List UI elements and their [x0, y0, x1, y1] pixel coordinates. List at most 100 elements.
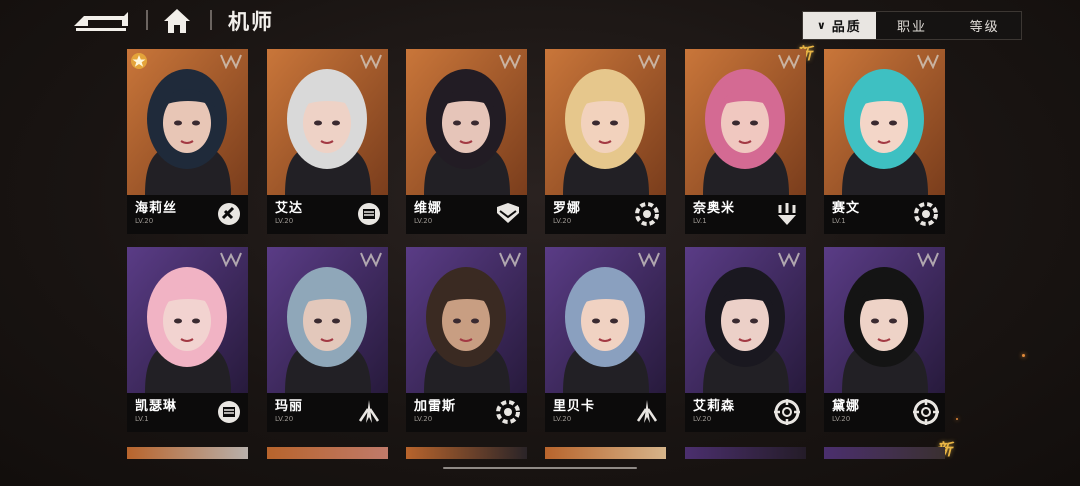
- pilot-info: 维娜 LV.20: [406, 195, 527, 234]
- chevron-down-icon: ∨: [816, 19, 828, 32]
- pilot-card[interactable]: 玛丽 LV.20: [267, 247, 388, 432]
- tab-label: 职业: [897, 20, 928, 35]
- pilot-name: 艾莉森: [693, 399, 736, 414]
- target-role-icon: [774, 399, 800, 425]
- pilot-card-partial[interactable]: [824, 447, 945, 459]
- fist-role-icon: [218, 401, 240, 423]
- top-bar: 机师 ∨ 品质 职业 等级: [0, 0, 1080, 44]
- pilot-info: 艾莉森 LV.20: [685, 393, 806, 432]
- pilot-portrait: [127, 49, 248, 195]
- pilot-card[interactable]: 黛娜 LV.20: [824, 247, 945, 432]
- pilot-card[interactable]: 赛文 LV.1: [824, 49, 945, 234]
- drone-role-icon: [778, 203, 796, 225]
- pilot-level: LV.20: [414, 217, 433, 225]
- back-arrow-icon: [74, 12, 128, 31]
- wrench-role-icon: [635, 202, 659, 226]
- pilot-card[interactable]: 艾莉森 LV.20: [685, 247, 806, 432]
- pilot-portrait: [545, 247, 666, 393]
- pilot-name: 凯瑟琳: [135, 399, 178, 414]
- pilot-name: 维娜: [414, 201, 443, 216]
- pilot-card[interactable]: 奈奥米 LV.1: [685, 49, 806, 234]
- blade-role-icon: [358, 400, 380, 423]
- pilot-portrait: [685, 49, 806, 195]
- pilot-info: 奈奥米 LV.1: [685, 195, 806, 234]
- faction-emblem-icon: [917, 252, 939, 267]
- pilot-card[interactable]: 凯瑟琳 LV.1: [127, 247, 248, 432]
- faction-emblem-icon: [360, 54, 382, 69]
- pilot-info: 赛文 LV.1: [824, 195, 945, 234]
- pilot-name: 里贝卡: [553, 399, 596, 414]
- pilot-card[interactable]: 加雷斯 LV.20: [406, 247, 527, 432]
- pilot-info: 罗娜 LV.20: [545, 195, 666, 234]
- faction-emblem-icon: [360, 252, 382, 267]
- ember-particle: [1022, 354, 1025, 357]
- pilot-info: 玛丽 LV.20: [267, 393, 388, 432]
- page-title: 机师: [228, 10, 274, 34]
- pilot-card-partial[interactable]: [127, 447, 248, 459]
- blade-role-icon: [636, 400, 658, 423]
- pilot-card[interactable]: 里贝卡 LV.20: [545, 247, 666, 432]
- pilot-portrait: [545, 49, 666, 195]
- rifle-role-icon: [218, 203, 240, 225]
- header-divider: [146, 10, 148, 30]
- pilot-level: LV.1: [832, 217, 846, 225]
- faction-emblem-icon: [220, 252, 242, 267]
- pilot-card-partial[interactable]: [406, 447, 527, 459]
- shield-role-icon: [497, 203, 519, 223]
- tab-label: 等级: [969, 20, 1000, 35]
- pilot-info: 黛娜 LV.20: [824, 393, 945, 432]
- tab-quality[interactable]: ∨ 品质: [803, 12, 876, 39]
- pilot-portrait: [406, 49, 527, 195]
- pilot-info: 里贝卡 LV.20: [545, 393, 666, 432]
- pilot-card[interactable]: 罗娜 LV.20: [545, 49, 666, 234]
- pilot-portrait: [127, 247, 248, 393]
- pilot-level: LV.20: [553, 217, 572, 225]
- pilot-portrait: [406, 247, 527, 393]
- scrollbar[interactable]: [443, 467, 637, 469]
- pilot-name: 加雷斯: [414, 399, 457, 414]
- pilot-level: LV.20: [135, 217, 154, 225]
- pilot-level: LV.1: [693, 217, 707, 225]
- pilot-card[interactable]: 艾达 LV.20: [267, 49, 388, 234]
- pilot-info: 海莉丝 LV.20: [127, 195, 248, 234]
- home-icon: [164, 9, 190, 33]
- pilot-level: LV.20: [275, 415, 294, 423]
- pilot-card-partial[interactable]: [545, 447, 666, 459]
- pilot-level: LV.1: [135, 415, 149, 423]
- pilot-portrait: [824, 247, 945, 393]
- wrench-role-icon: [914, 202, 938, 226]
- wrench-role-icon: [496, 400, 520, 424]
- pilot-card[interactable]: 海莉丝 LV.20: [127, 49, 248, 234]
- ember-particle: [956, 418, 958, 420]
- pilot-level: LV.20: [693, 415, 712, 423]
- tab-level[interactable]: 等级: [948, 12, 1021, 39]
- pilot-portrait: [267, 49, 388, 195]
- pilot-info: 凯瑟琳 LV.1: [127, 393, 248, 432]
- pilot-name: 赛文: [832, 201, 861, 216]
- faction-emblem-icon: [778, 252, 800, 267]
- pilot-name: 黛娜: [832, 399, 861, 414]
- pilot-info: 加雷斯 LV.20: [406, 393, 527, 432]
- pilot-info: 艾达 LV.20: [267, 195, 388, 234]
- pilot-level: LV.20: [832, 415, 851, 423]
- pilot-card[interactable]: 维娜 LV.20: [406, 49, 527, 234]
- pilot-level: LV.20: [275, 217, 294, 225]
- faction-emblem-icon: [499, 252, 521, 267]
- pilot-level: LV.20: [553, 415, 572, 423]
- pilot-card-partial[interactable]: [685, 447, 806, 459]
- pilot-card-partial[interactable]: [267, 447, 388, 459]
- header-divider: [210, 10, 212, 30]
- tab-label: 品质: [831, 20, 862, 35]
- faction-emblem-icon: [220, 54, 242, 69]
- pilot-portrait: [685, 247, 806, 393]
- pilot-portrait: [267, 247, 388, 393]
- fist-role-icon: [358, 203, 380, 225]
- tab-class[interactable]: 职业: [876, 12, 949, 39]
- pilot-name: 玛丽: [275, 399, 304, 414]
- home-button[interactable]: [160, 6, 194, 36]
- filter-tabs: ∨ 品质 职业 等级: [802, 11, 1022, 40]
- pilot-name: 海莉丝: [135, 201, 178, 216]
- faction-emblem-icon: [778, 54, 800, 69]
- back-button[interactable]: [72, 8, 132, 34]
- faction-emblem-icon: [917, 54, 939, 69]
